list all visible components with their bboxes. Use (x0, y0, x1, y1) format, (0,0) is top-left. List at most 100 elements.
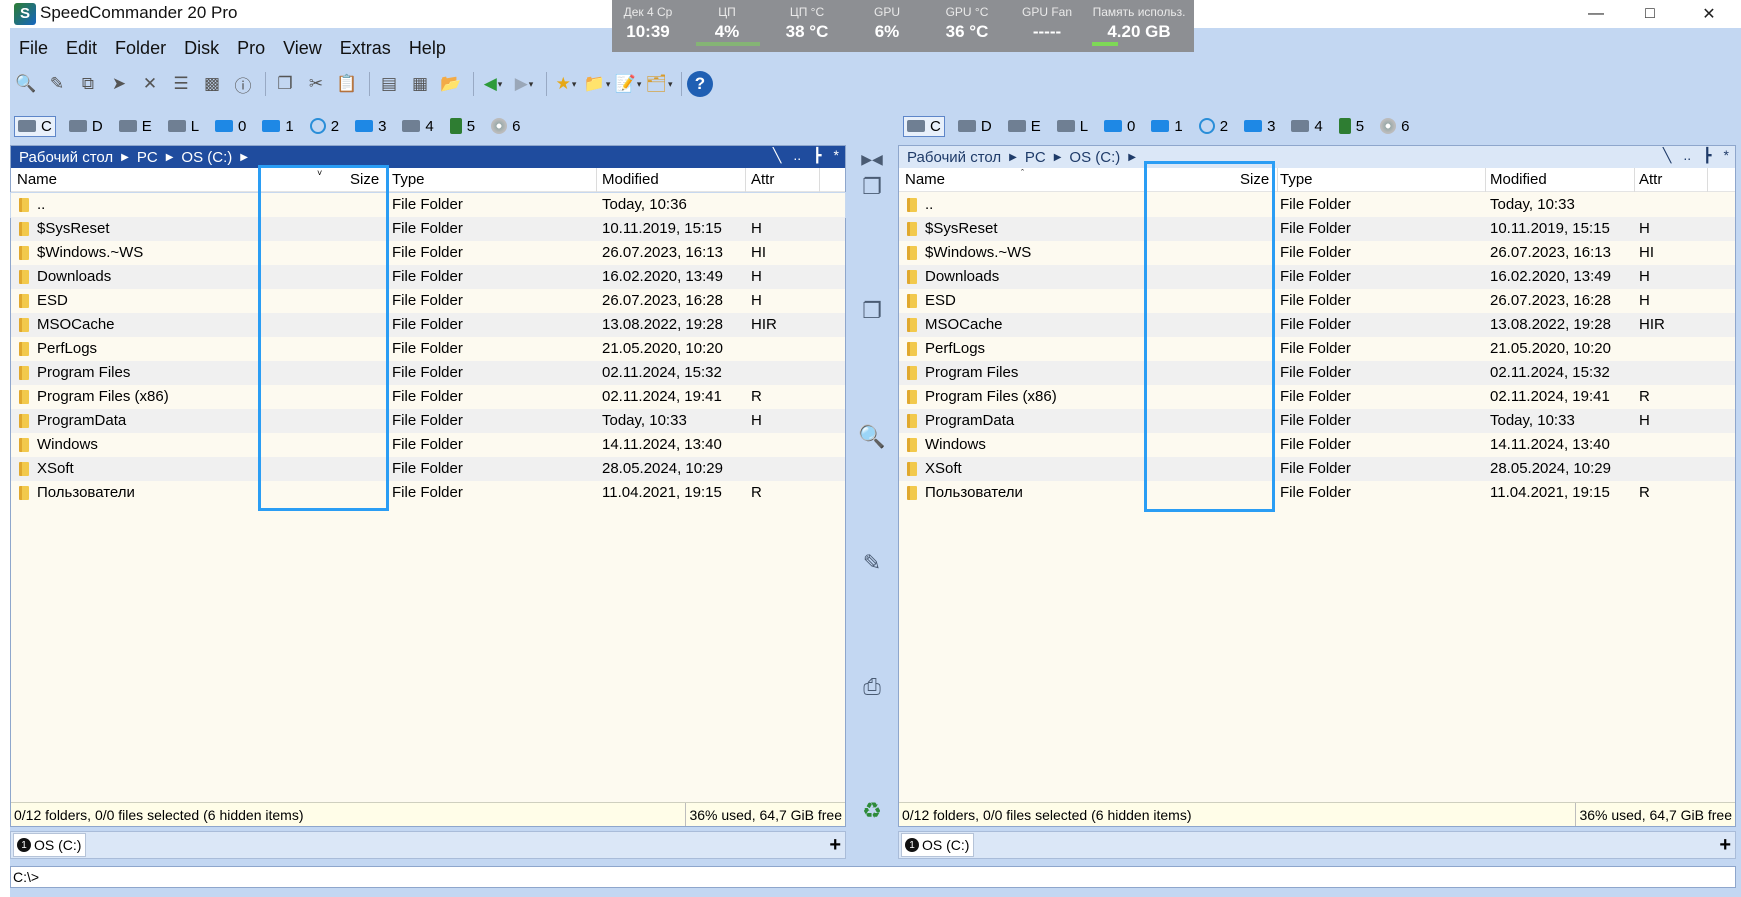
crumb-pc[interactable]: PC (1025, 149, 1046, 166)
menu-file[interactable]: File (10, 34, 57, 64)
col-attr[interactable]: Attr (751, 171, 774, 188)
crumb-separator-icon[interactable]: ▶ (166, 152, 174, 163)
folder-tree-toggle-icon[interactable]: ┣ (813, 147, 821, 164)
table-row[interactable]: Program Files File Folder 02.11.2024, 15:3… (11, 361, 845, 385)
command-prompt-icon[interactable]: ▩ (198, 70, 226, 98)
col-type[interactable]: Type (392, 171, 425, 188)
compare-icon[interactable]: ▦ (406, 70, 434, 98)
help-icon[interactable]: ? (687, 71, 713, 97)
recycle-bin-icon[interactable]: ♻ (858, 797, 886, 825)
tab-os-c[interactable]: 1 OS (C:) (13, 833, 86, 857)
menu-help[interactable]: Help (400, 34, 455, 64)
network-drive-icon[interactable]: ▤ (375, 70, 403, 98)
edit-file-icon[interactable]: ✎ (43, 70, 71, 98)
disc-button[interactable]: 6 (1377, 117, 1412, 136)
shared-folder-icon[interactable]: 🗂 (645, 70, 673, 98)
col-name[interactable]: Name (905, 171, 945, 188)
col-type[interactable]: Type (1280, 171, 1313, 188)
desktop-button[interactable]: 0 (1101, 117, 1138, 136)
table-row[interactable]: .. File Folder Today, 10:36 (10, 192, 846, 218)
table-row[interactable]: Downloads File Folder 16.02.2020, 13:49 H (11, 265, 845, 289)
internet-button[interactable]: 2 (1196, 117, 1231, 136)
table-row[interactable]: .. File Folder Today, 10:33 (899, 193, 1735, 217)
table-row[interactable]: Program Files File Folder 02.11.2024, 15:3… (899, 361, 1735, 385)
print-icon[interactable]: ⎙ (858, 673, 886, 701)
cut-icon[interactable]: ✂ (302, 70, 330, 98)
favorite-asterisk-icon[interactable]: * (1724, 147, 1729, 164)
table-row[interactable]: Пользователи File Folder 11.04.2021, 19:15… (899, 481, 1735, 505)
table-row[interactable]: ESD File Folder 26.07.2023, 16:28 H (11, 289, 845, 313)
notes-icon[interactable]: 📝 (614, 70, 642, 98)
drive-c-button[interactable]: C (14, 115, 56, 137)
table-row[interactable]: Windows File Folder 14.11.2024, 13:40 (11, 433, 845, 457)
folder-tree-toggle-icon[interactable]: ┣ (1703, 147, 1711, 164)
parent-folder-icon[interactable]: .. (793, 147, 801, 164)
library-button[interactable]: 5 (1336, 117, 1367, 136)
table-row[interactable]: Пользователи File Folder 11.04.2021, 19:15… (11, 481, 845, 505)
computer-button[interactable]: 1 (259, 117, 296, 136)
drive-e-button[interactable]: E (1005, 117, 1044, 136)
copy-to-other-panel-icon[interactable]: ❐ (858, 173, 886, 201)
col-modified[interactable]: Modified (1490, 171, 1547, 188)
menu-pro[interactable]: Pro (228, 34, 274, 64)
drive-d-button[interactable]: D (66, 117, 106, 136)
col-modified[interactable]: Modified (602, 171, 659, 188)
table-row[interactable]: $SysReset File Folder 10.11.2019, 15:15 H (11, 217, 845, 241)
table-row[interactable]: Downloads File Folder 16.02.2020, 13:49 H (899, 265, 1735, 289)
ftp-button[interactable]: 4 (399, 117, 436, 136)
table-row[interactable]: $Windows.~WS File Folder 26.07.2023, 16:13… (899, 241, 1735, 265)
table-row[interactable]: PerfLogs File Folder 21.05.2020, 10:20 (11, 337, 845, 361)
file-info-icon[interactable]: ⓘ (229, 70, 257, 98)
crumb-pc[interactable]: PC (137, 149, 158, 166)
copy-files-icon[interactable]: ⧉ (74, 70, 102, 98)
root-folder-icon[interactable]: ╲ (1663, 147, 1671, 164)
internet-button[interactable]: 2 (307, 117, 342, 136)
table-row[interactable]: ESD File Folder 26.07.2023, 16:28 H (899, 289, 1735, 313)
crumb-separator-icon[interactable]: ▶ (1128, 152, 1136, 163)
network-button[interactable]: 3 (1241, 117, 1278, 136)
table-row[interactable]: Program Files (x86) File Folder 02.11.2024… (899, 385, 1735, 409)
drive-e-button[interactable]: E (116, 117, 155, 136)
desktop-button[interactable]: 0 (212, 117, 249, 136)
folder-tree-icon[interactable]: 📁 (583, 70, 611, 98)
favorite-asterisk-icon[interactable]: * (834, 147, 839, 164)
move-files-icon[interactable]: ➤ (105, 70, 133, 98)
add-tab-icon[interactable]: + (829, 834, 841, 857)
table-row[interactable]: $SysReset File Folder 10.11.2019, 15:15 H (899, 217, 1735, 241)
swap-panels-icon[interactable]: ▶◀ (858, 145, 886, 173)
tab-os-c[interactable]: 1 OS (C:) (901, 833, 974, 857)
root-folder-icon[interactable]: ╲ (773, 147, 781, 164)
view-file-icon[interactable]: 🔍 (12, 70, 40, 98)
menu-extras[interactable]: Extras (331, 34, 400, 64)
close-button[interactable]: ✕ (1686, 0, 1732, 28)
forward-icon[interactable]: ▶ (510, 70, 538, 98)
favorites-star-icon[interactable]: ★ (552, 70, 580, 98)
drive-l-button[interactable]: L (1054, 117, 1091, 136)
maximize-button[interactable]: □ (1627, 0, 1673, 28)
quick-view-icon[interactable]: 🔍 (858, 423, 886, 451)
paste-icon[interactable]: 📋 (333, 70, 361, 98)
crumb-separator-icon[interactable]: ▶ (1009, 152, 1017, 163)
col-size[interactable]: Size (1240, 171, 1269, 188)
crumb-separator-icon[interactable]: ▶ (121, 152, 129, 163)
table-row[interactable]: ProgramData File Folder Today, 10:33 H (899, 409, 1735, 433)
table-row[interactable]: PerfLogs File Folder 21.05.2020, 10:20 (899, 337, 1735, 361)
computer-button[interactable]: 1 (1148, 117, 1185, 136)
delete-icon[interactable]: ✕ (136, 70, 164, 98)
table-row[interactable]: MSOCache File Folder 13.08.2022, 19:28 HIR (11, 313, 845, 337)
clipboard-copy-icon[interactable]: ❐ (271, 70, 299, 98)
ftp-button[interactable]: 4 (1288, 117, 1325, 136)
parent-folder-icon[interactable]: .. (1683, 147, 1691, 164)
menu-view[interactable]: View (274, 34, 331, 64)
add-tab-icon[interactable]: + (1719, 834, 1731, 857)
table-row[interactable]: ProgramData File Folder Today, 10:33 H (11, 409, 845, 433)
disc-button[interactable]: 6 (488, 117, 523, 136)
menu-edit[interactable]: Edit (57, 34, 106, 64)
properties-icon[interactable]: ☰ (167, 70, 195, 98)
crumb-separator-icon[interactable]: ▶ (240, 152, 248, 163)
crumb-desktop[interactable]: Рабочий стол (19, 149, 113, 166)
menu-disk[interactable]: Disk (175, 34, 228, 64)
crumb-desktop[interactable]: Рабочий стол (907, 149, 1001, 166)
back-icon[interactable]: ◀ (479, 70, 507, 98)
table-row[interactable]: XSoft File Folder 28.05.2024, 10:29 (899, 457, 1735, 481)
